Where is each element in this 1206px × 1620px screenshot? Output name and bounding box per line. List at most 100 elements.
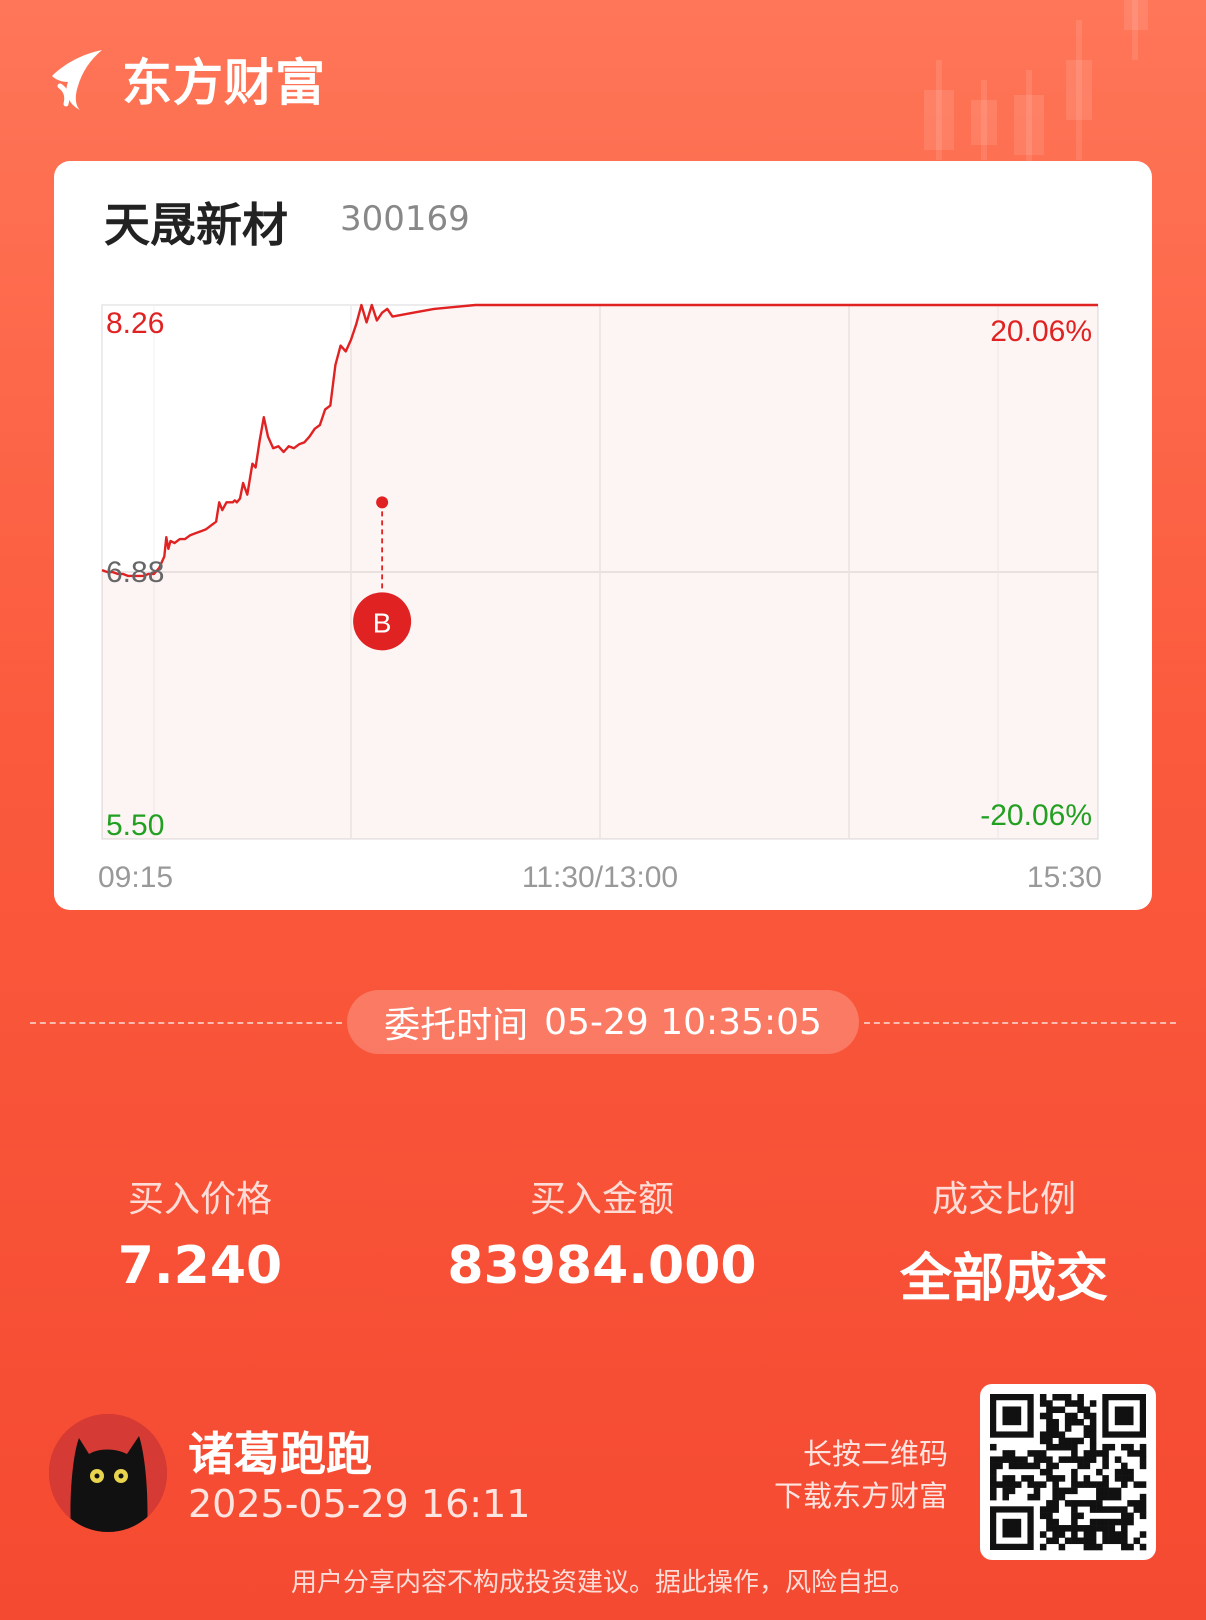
qr-module: [1071, 1512, 1078, 1520]
qr-module: [1127, 1543, 1134, 1551]
buy-marker-label: B: [373, 607, 392, 638]
qr-module: [1052, 1443, 1059, 1451]
stat-buy-price: 买入价格 7.240: [30, 1170, 370, 1296]
qr-module: [1089, 1425, 1097, 1432]
qr-module: [1008, 1475, 1016, 1482]
qr-module: [1071, 1487, 1078, 1495]
intraday-chart-card: 天晟新材 300169 B 8.26 6.88 5.50 20.06% -20.06% 09…: [54, 161, 1152, 910]
dashed-divider-left: [30, 1022, 342, 1024]
qr-module: [1139, 1481, 1147, 1488]
x-axis-label: 15:30: [1027, 861, 1102, 894]
x-axis-label: 11:30/13:00: [522, 861, 678, 894]
qr-module: [1002, 1493, 1010, 1501]
qr-module: [1127, 1518, 1134, 1526]
order-time-row: 委托时间 05-29 10:35:05: [0, 990, 1206, 1056]
qr-module: [1014, 1462, 1022, 1470]
qr-module: [1089, 1443, 1097, 1451]
qr-module: [1096, 1525, 1103, 1532]
qr-module: [1096, 1468, 1103, 1476]
qr-module: [1046, 1537, 1053, 1545]
qr-module: [1071, 1443, 1078, 1451]
qr-module: [1102, 1475, 1109, 1482]
qr-module: [1096, 1487, 1103, 1495]
qr-module: [1052, 1481, 1059, 1488]
qr-module: [1089, 1400, 1097, 1407]
qr-module: [1102, 1493, 1109, 1501]
qr-module: [1089, 1412, 1097, 1420]
qr-module: [1002, 1456, 1010, 1463]
qr-module: [1064, 1437, 1072, 1445]
qr-hint-line: 下载东方财富: [773, 1479, 948, 1513]
qr-module: [1077, 1537, 1084, 1545]
y-axis-label: 5.50: [106, 809, 164, 842]
qr-module: [1083, 1412, 1091, 1420]
qr-module: [1046, 1518, 1053, 1526]
qr-module: [1046, 1462, 1053, 1470]
qr-module: [1033, 1487, 1041, 1495]
qr-module: [1039, 1431, 1047, 1438]
qr-code[interactable]: [980, 1384, 1156, 1560]
qr-module: [1033, 1493, 1041, 1501]
qr-module: [1108, 1537, 1116, 1545]
qr-module: [1008, 1456, 1016, 1463]
qr-module: [1133, 1450, 1141, 1457]
qr-module: [1002, 1475, 1010, 1482]
qr-module: [1102, 1462, 1109, 1470]
brand-name: 东方财富: [122, 54, 326, 112]
x-axis-label: 09:15: [98, 861, 173, 894]
stat-label: 成交比例: [931, 1179, 1076, 1220]
qr-module: [1064, 1418, 1072, 1426]
qr-module: [1071, 1412, 1078, 1420]
qr-module: [1127, 1468, 1134, 1476]
qr-module: [1064, 1525, 1072, 1532]
qr-module: [1077, 1525, 1084, 1532]
qr-module: [1083, 1431, 1091, 1438]
qr-module: [1121, 1462, 1128, 1470]
qr-module: [1108, 1487, 1116, 1495]
qr-module: [1046, 1418, 1053, 1426]
qr-module: [1046, 1412, 1053, 1420]
qr-module: [1058, 1475, 1066, 1482]
stat-label: 买入金额: [529, 1179, 674, 1220]
qr-module: [1052, 1431, 1059, 1438]
qr-finder-pattern: [990, 1506, 1034, 1550]
order-time-value: 05-29 10:35:05: [544, 1001, 822, 1043]
qr-module: [1046, 1400, 1053, 1407]
qr-module: [1083, 1531, 1091, 1538]
y-axis-right-label: 20.06%: [990, 315, 1092, 348]
qr-module: [1052, 1394, 1059, 1401]
qr-module: [1139, 1506, 1147, 1513]
qr-module: [1114, 1456, 1122, 1463]
qr-module: [1077, 1406, 1084, 1414]
qr-module: [1077, 1512, 1084, 1520]
qr-module: [1039, 1450, 1047, 1457]
qr-module: [1102, 1531, 1109, 1538]
qr-module: [1077, 1462, 1084, 1470]
qr-module: [1114, 1487, 1122, 1495]
price-area: [102, 305, 1098, 839]
qr-module: [1058, 1431, 1066, 1438]
qr-module: [1064, 1412, 1072, 1420]
qr-module: [1058, 1406, 1066, 1414]
qr-module: [1052, 1531, 1059, 1538]
qr-module: [1139, 1462, 1147, 1470]
qr-module: [1108, 1443, 1116, 1451]
qr-module: [1064, 1425, 1072, 1432]
qr-module: [1089, 1418, 1097, 1426]
qr-module: [1046, 1475, 1053, 1482]
avatar[interactable]: [49, 1414, 167, 1532]
qr-module: [1096, 1493, 1103, 1501]
qr-module: [1064, 1537, 1072, 1545]
qr-module: [1052, 1518, 1059, 1526]
qr-module: [1114, 1506, 1122, 1513]
qr-module: [1127, 1512, 1134, 1520]
qr-module: [1089, 1525, 1097, 1532]
qr-module: [1046, 1512, 1053, 1520]
qr-module: [1071, 1500, 1078, 1507]
qr-module: [1114, 1518, 1122, 1526]
qr-module: [1052, 1506, 1059, 1513]
qr-module: [1108, 1506, 1116, 1513]
qr-module: [1071, 1450, 1078, 1457]
qr-module: [1033, 1481, 1041, 1488]
qr-module: [1121, 1531, 1128, 1538]
